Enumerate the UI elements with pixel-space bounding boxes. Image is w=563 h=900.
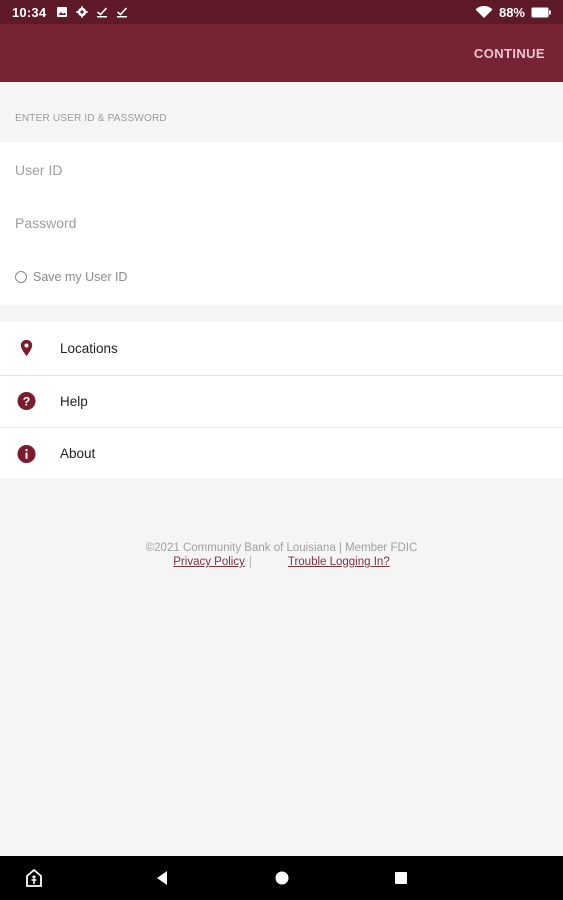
trouble-logging-in-link[interactable]: Trouble Logging In? bbox=[288, 555, 390, 569]
location-pin-icon bbox=[20, 340, 33, 357]
check-download-icon bbox=[97, 7, 108, 18]
battery-icon bbox=[531, 7, 551, 17]
menu-item-label: About bbox=[60, 446, 96, 462]
password-input[interactable] bbox=[15, 209, 545, 237]
login-card: Save my User ID bbox=[0, 142, 563, 305]
copyright-text: ©2021 Community Bank of Louisiana | Memb… bbox=[145, 542, 418, 554]
battery-percent: 88% bbox=[498, 4, 525, 20]
continue-button[interactable]: CONTINUE bbox=[474, 46, 545, 61]
wifi-icon bbox=[475, 5, 493, 18]
image-icon bbox=[57, 7, 68, 17]
footer-links: Privacy Policy | Trouble Logging In? bbox=[0, 555, 563, 569]
accessibility-icon[interactable] bbox=[24, 868, 44, 888]
footer: ©2021 Community Bank of Louisiana | Memb… bbox=[0, 541, 563, 569]
menu-item-label: Help bbox=[60, 393, 88, 409]
check-download-icon bbox=[117, 7, 128, 18]
info-icon bbox=[17, 444, 36, 463]
back-icon[interactable] bbox=[155, 870, 169, 886]
save-user-id-label: Save my User ID bbox=[33, 270, 128, 284]
menu-item-help[interactable]: ? Help bbox=[0, 374, 563, 428]
help-icon: ? bbox=[17, 392, 36, 411]
status-notification-icons bbox=[56, 6, 128, 18]
svg-text:?: ? bbox=[23, 395, 31, 409]
menu-item-label: Locations bbox=[60, 340, 118, 356]
settings-icon bbox=[76, 6, 88, 18]
status-system-icons: 88% bbox=[475, 5, 551, 20]
save-user-id-toggle[interactable]: Save my User ID bbox=[15, 270, 127, 284]
footer-separator: | bbox=[248, 556, 252, 568]
status-bar: 10:34 88% bbox=[0, 0, 563, 24]
menu-item-locations[interactable]: Locations bbox=[0, 322, 563, 375]
menu-item-about[interactable]: About bbox=[0, 427, 563, 480]
home-icon[interactable] bbox=[274, 870, 290, 886]
privacy-policy-link[interactable]: Privacy Policy bbox=[173, 555, 245, 569]
menu-list: Locations ? Help About bbox=[0, 322, 563, 478]
status-time: 10:34 bbox=[12, 4, 47, 20]
app-bar: CONTINUE bbox=[0, 24, 563, 82]
user-id-input[interactable] bbox=[15, 156, 545, 184]
system-nav-bar bbox=[0, 856, 563, 900]
save-user-id-radio[interactable] bbox=[15, 271, 27, 283]
recents-icon[interactable] bbox=[394, 871, 408, 885]
login-section-label: ENTER USER ID & PASSWORD bbox=[15, 113, 167, 124]
